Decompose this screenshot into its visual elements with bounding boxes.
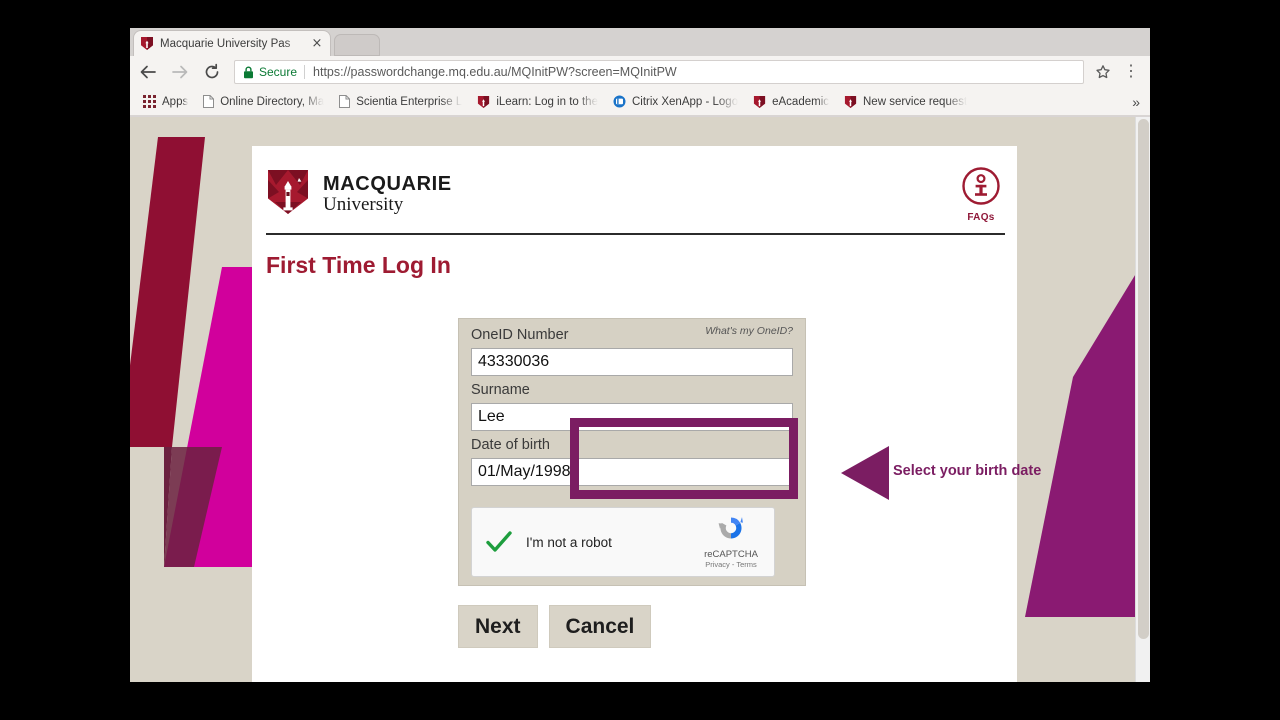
forward-icon (166, 58, 194, 86)
recaptcha-terms-link[interactable]: Privacy - Terms (705, 560, 757, 569)
recaptcha-widget[interactable]: I'm not a robot reCAPTCHA Privacy - Term… (471, 507, 775, 577)
bookmark-label: New service request (863, 95, 968, 108)
date-of-birth-label: Date of birth (471, 437, 550, 453)
address-bar[interactable]: Secure https://passwordchange.mq.edu.au/… (234, 60, 1084, 84)
bookmarks-bar: Apps Online Directory, Ma Scientia Enter… (130, 88, 1150, 116)
brand-name-line2: University (323, 194, 404, 215)
oneid-input[interactable]: 43330036 (471, 348, 793, 376)
bookmark-item-eacademic[interactable]: eAcademic (746, 91, 836, 113)
page-icon (339, 95, 351, 108)
field-surname: Surname Lee (459, 376, 805, 431)
bookmark-label: Apps (162, 95, 189, 108)
bookmark-item-citrix-xenapp[interactable]: Citrix XenApp - Logo (606, 91, 745, 113)
faqs-label: FAQs (967, 212, 995, 223)
bookmarks-overflow-icon[interactable]: » (1132, 94, 1140, 110)
form-button-row: Next Cancel (458, 605, 652, 648)
bookmark-label: Scientia Enterprise L (356, 95, 463, 108)
apps-grid-icon (143, 95, 156, 108)
lock-icon (243, 66, 254, 79)
mq-shield-icon (477, 95, 490, 109)
page-viewport: MACQUARIE University FAQs First Time Log… (130, 117, 1150, 682)
field-oneid: OneID Number What's my OneID? 43330036 (459, 319, 805, 376)
mq-shield-icon (753, 95, 766, 109)
page-scrollbar[interactable] (1135, 117, 1150, 682)
close-icon[interactable]: × (310, 37, 324, 51)
brand-name-line1: MACQUARIE (323, 173, 452, 195)
url-text: https://passwordchange.mq.edu.au/MQInitP… (313, 65, 677, 79)
tab-strip: Macquarie University Pas × (130, 28, 1150, 56)
browser-menu-icon[interactable]: ⋮ (1118, 59, 1144, 85)
surname-input[interactable]: Lee (471, 403, 793, 431)
date-of-birth-input[interactable]: 01/May/1998 (471, 458, 793, 486)
login-form-panel: OneID Number What's my OneID? 43330036 S… (458, 318, 806, 586)
decorative-graphic-right (1015, 117, 1150, 682)
mq-shield-icon (844, 95, 857, 109)
back-icon[interactable] (134, 58, 162, 86)
bookmark-label: iLearn: Log in to the (496, 95, 598, 108)
star-icon[interactable] (1090, 59, 1116, 85)
surname-label: Surname (471, 382, 530, 398)
new-tab-button[interactable] (334, 34, 380, 56)
bookmark-apps[interactable]: Apps (136, 91, 195, 113)
omnibox-divider (304, 65, 306, 79)
bookmark-item-online-directory[interactable]: Online Directory, Ma (196, 91, 331, 113)
bookmark-label: Citrix XenApp - Logo (631, 95, 739, 108)
annotation-text: Select your birth date (893, 463, 1042, 479)
bookmark-label: eAcademic (772, 95, 829, 108)
mq-shield-icon (266, 168, 310, 221)
page-icon (203, 95, 215, 108)
next-button[interactable]: Next (458, 605, 538, 648)
brand-logo: MACQUARIE University (266, 168, 452, 221)
recaptcha-logo-icon (716, 514, 746, 547)
page-header: MACQUARIE University FAQs (252, 146, 1017, 236)
recaptcha-checkbox-checked-icon[interactable] (472, 529, 526, 555)
brand-wordmark: MACQUARIE University (323, 174, 452, 215)
browser-toolbar: Secure https://passwordchange.mq.edu.au/… (130, 56, 1150, 88)
info-circle-icon (961, 166, 1001, 211)
screen: Macquarie University Pas × Secure https:… (0, 0, 1280, 720)
secure-label: Secure (259, 65, 298, 79)
faqs-link[interactable]: FAQs (961, 166, 1001, 223)
scrollbar-thumb[interactable] (1138, 119, 1149, 639)
header-divider (266, 233, 1005, 235)
bookmark-label: Online Directory, Ma (220, 95, 325, 108)
decorative-graphic-left (130, 117, 252, 682)
field-date-of-birth: Date of birth 01/May/1998 (459, 431, 805, 486)
recaptcha-brand-name: reCAPTCHA (704, 548, 758, 560)
browser-tab-active[interactable]: Macquarie University Pas × (134, 31, 330, 56)
bookmark-item-ilearn[interactable]: iLearn: Log in to the (470, 91, 605, 113)
whats-my-oneid-link[interactable]: What's my OneID? (705, 319, 793, 344)
bookmark-item-new-service-request[interactable]: New service request (837, 91, 974, 113)
cancel-button[interactable]: Cancel (548, 605, 652, 648)
page-content-card: MACQUARIE University FAQs First Time Log… (252, 146, 1041, 682)
recaptcha-brand: reCAPTCHA Privacy - Terms (688, 514, 774, 571)
browser-tab-title: Macquarie University Pas (160, 37, 291, 50)
annotation-arrow-icon (841, 446, 889, 500)
reload-icon[interactable] (198, 58, 226, 86)
oneid-label: OneID Number (471, 327, 569, 343)
bookmark-item-scientia-enterprise[interactable]: Scientia Enterprise L (332, 91, 469, 113)
citrix-icon (613, 95, 626, 108)
recaptcha-label: I'm not a robot (526, 534, 612, 550)
mq-shield-icon (140, 36, 154, 51)
page-title: First Time Log In (266, 252, 451, 278)
browser-window: Macquarie University Pas × Secure https:… (130, 28, 1150, 682)
